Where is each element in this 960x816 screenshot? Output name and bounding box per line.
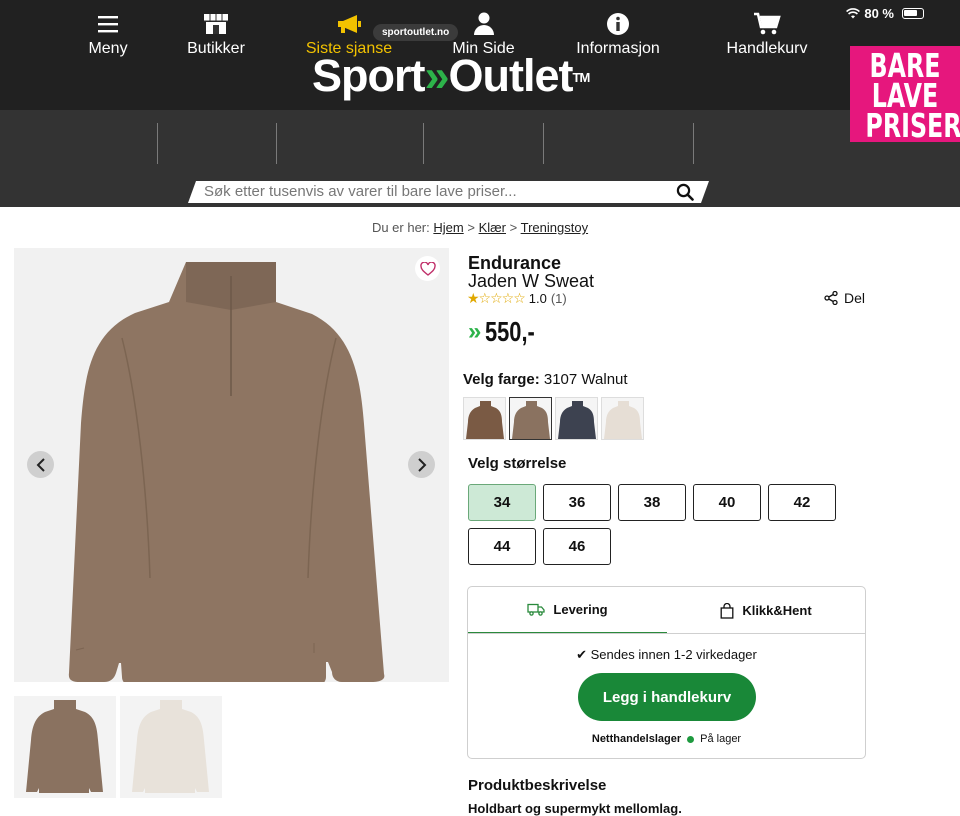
nav-item-menu[interactable]: Meny <box>68 0 148 66</box>
nav-label-menu: Meny <box>88 40 128 57</box>
megaphone-icon <box>335 12 363 36</box>
nav-label-information: Informasjon <box>576 40 660 57</box>
stock-status: Netthandelslager På lager <box>468 733 865 745</box>
promo-banner[interactable]: BARE LAVE PRISER <box>850 46 960 142</box>
breadcrumb: Du er her: Hjem > Klær > Treningstoy <box>0 220 960 235</box>
promo-line-3: PRISER <box>865 106 960 145</box>
rating-value: 1.0 <box>528 291 547 306</box>
rating-stars-icon: ★☆☆☆☆ <box>467 290 526 306</box>
favorite-heart-icon[interactable] <box>415 256 440 281</box>
main-nav <box>0 110 960 176</box>
store-icon <box>202 12 230 36</box>
price-arrows: » <box>468 318 482 345</box>
breadcrumb-separator: > <box>467 220 475 235</box>
tab-divider <box>468 633 865 634</box>
nav-item-my-page[interactable]: Min Side <box>436 0 531 66</box>
battery-icon <box>902 8 924 19</box>
image-next-button[interactable] <box>408 451 435 478</box>
nav-divider <box>157 123 158 164</box>
nav-label-last-chance: Siste sjanse <box>305 40 393 57</box>
nav-item-last-chance[interactable]: Siste sjanse <box>289 0 409 66</box>
info-icon <box>606 12 630 36</box>
breadcrumb-link-home[interactable]: Hjem <box>433 220 463 235</box>
color-selector-label: Velg farge: 3107 Walnut <box>463 371 628 388</box>
breadcrumb-link-training[interactable]: Treningstoy <box>521 220 588 235</box>
chevron-left-icon <box>36 457 45 472</box>
size-option-42[interactable]: 42 <box>768 484 836 521</box>
chevron-right-icon <box>417 457 426 472</box>
nav-divider <box>276 123 277 164</box>
menu-icon <box>97 12 119 36</box>
breadcrumb-prefix: Du er her: <box>371 220 430 235</box>
nav-label-my-page: Min Side <box>452 40 515 57</box>
size-option-34[interactable]: 34 <box>468 484 536 521</box>
nav-item-stores[interactable]: Butikker <box>166 0 266 66</box>
nav-label-cart: Handlekurv <box>726 40 808 57</box>
breadcrumb-link-clothes[interactable]: Klær <box>479 220 506 235</box>
nav-item-cart[interactable]: Handlekurv <box>712 0 822 66</box>
search-placeholder: Søk etter tusenvis av varer til bare lav… <box>204 183 517 200</box>
delivery-box: Levering Klikk&Hent ✔ Sendes innen 1-2 v… <box>467 586 866 759</box>
wifi-icon <box>846 8 861 19</box>
tab-delivery-label: Levering <box>553 602 608 617</box>
color-value: 3107 Walnut <box>543 371 628 388</box>
tab-click-collect-label: Klikk&Hent <box>742 603 812 618</box>
color-swatch-navy[interactable] <box>555 397 598 440</box>
tab-delivery[interactable]: Levering <box>468 587 667 634</box>
logo-trademark: TM <box>572 70 591 85</box>
share-icon <box>824 291 838 305</box>
color-swatch-cream[interactable] <box>601 397 644 440</box>
description-title: Produktbeskrivelse <box>468 777 607 794</box>
share-label: Del <box>844 290 866 306</box>
color-swatch-walnut[interactable] <box>509 397 552 440</box>
share-button[interactable]: Del <box>824 290 865 306</box>
shipping-text: Sendes innen 1-2 virkedager <box>590 647 757 662</box>
shipping-info: ✔ Sendes innen 1-2 virkedager <box>468 647 865 663</box>
shopping-bag-icon <box>720 602 734 619</box>
product-name: Jaden W Sweat <box>468 271 595 291</box>
size-option-38[interactable]: 38 <box>618 484 686 521</box>
tab-click-collect[interactable]: Klikk&Hent <box>667 587 865 634</box>
search-icon[interactable] <box>676 183 694 206</box>
status-bar: 80 % <box>846 6 924 21</box>
description-text: Holdbart og supermykt mellomlag. <box>468 801 682 816</box>
product-main-image[interactable] <box>14 248 449 682</box>
stock-location: Netthandelslager <box>591 733 682 745</box>
nav-divider <box>693 123 694 164</box>
product-rating[interactable]: ★☆☆☆☆ 1.0 (1) <box>467 290 567 307</box>
cart-icon <box>753 12 781 36</box>
product-thumbnail-1[interactable] <box>14 696 116 798</box>
color-label: Velg farge: <box>463 371 540 388</box>
battery-percent: 80 % <box>864 6 894 21</box>
size-selector-label: Velg størrelse <box>468 455 567 472</box>
size-option-40[interactable]: 40 <box>693 484 761 521</box>
review-count: (1) <box>550 291 567 306</box>
size-option-36[interactable]: 36 <box>543 484 611 521</box>
truck-icon <box>527 603 546 616</box>
user-icon <box>473 12 495 36</box>
product-thumbnail-2[interactable] <box>120 696 222 798</box>
size-option-44[interactable]: 44 <box>468 528 536 565</box>
nav-item-information[interactable]: Informasjon <box>558 0 678 66</box>
price-value: 550,- <box>485 316 536 347</box>
add-to-cart-button[interactable]: Legg i handlekurv <box>578 673 756 721</box>
nav-divider <box>423 123 424 164</box>
breadcrumb-separator: > <box>509 220 518 235</box>
size-option-46[interactable]: 46 <box>543 528 611 565</box>
color-swatch-dark-brown[interactable] <box>463 397 506 440</box>
stock-status-text: På lager <box>700 733 742 745</box>
nav-divider <box>543 123 544 164</box>
check-icon: ✔ <box>576 647 588 662</box>
in-stock-dot-icon <box>687 735 695 743</box>
product-price: » 550,- <box>468 316 549 348</box>
sweater-image <box>68 262 385 682</box>
nav-label-stores: Butikker <box>187 40 245 57</box>
image-prev-button[interactable] <box>27 451 54 478</box>
